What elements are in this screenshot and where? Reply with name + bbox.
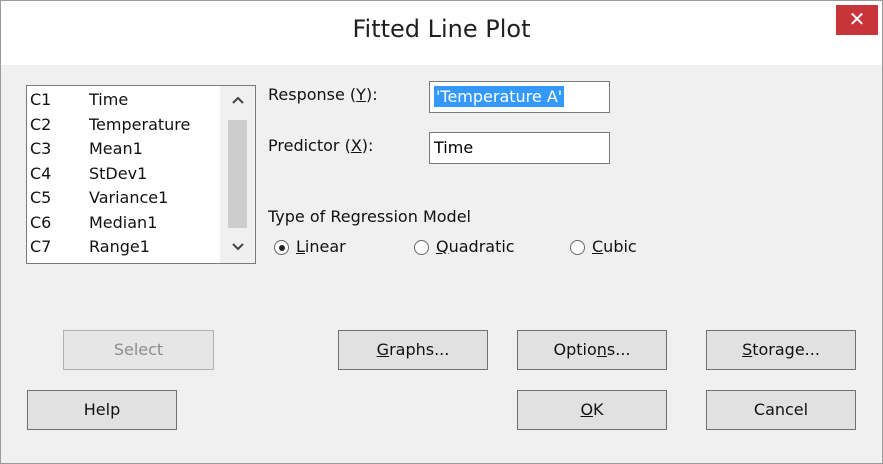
- radio-quadratic[interactable]: Quadratic: [414, 237, 554, 259]
- scroll-up-icon[interactable]: [220, 86, 255, 116]
- title-bar: Fitted Line Plot ✕: [1, 1, 882, 65]
- list-item[interactable]: C4 StDev1: [30, 162, 220, 187]
- predictor-value: Time: [434, 138, 474, 157]
- cancel-button[interactable]: Cancel: [706, 390, 856, 430]
- dialog-body: C1 Time C2 Temperature C3 Mean1 C4 StDev1 C5…: [10, 65, 874, 455]
- predictor-input[interactable]: Time: [429, 132, 610, 164]
- column-listbox[interactable]: C1 Time C2 Temperature C3 Mean1 C4 StDev1 C5…: [26, 85, 256, 264]
- list-item[interactable]: C6 Median1: [30, 211, 220, 236]
- fitted-line-plot-dialog: Fitted Line Plot ✕ C1 Time C2 Temperature …: [0, 0, 883, 464]
- radio-linear[interactable]: Linear: [274, 237, 374, 259]
- radio-unselected-icon: [570, 240, 585, 255]
- ok-button[interactable]: OK: [517, 390, 667, 430]
- help-button[interactable]: Help: [27, 390, 177, 430]
- response-input[interactable]: 'Temperature A': [429, 81, 610, 113]
- regression-model-heading: Type of Regression Model: [268, 207, 471, 226]
- response-value: 'Temperature A': [434, 86, 565, 107]
- options-button[interactable]: Options...: [517, 330, 667, 370]
- list-item[interactable]: C2 Temperature: [30, 113, 220, 138]
- scroll-down-icon[interactable]: [220, 233, 255, 263]
- list-item[interactable]: C1 Time: [30, 88, 220, 113]
- close-icon: ✕: [848, 7, 866, 31]
- radio-selected-icon: [274, 240, 289, 255]
- response-label: Response (Y):: [268, 85, 378, 104]
- select-button[interactable]: Select: [63, 330, 214, 370]
- radio-unselected-icon: [414, 240, 429, 255]
- column-list: C1 Time C2 Temperature C3 Mean1 C4 StDev1 C5…: [30, 88, 220, 260]
- dialog-title: Fitted Line Plot: [352, 15, 531, 43]
- list-item[interactable]: C3 Mean1: [30, 137, 220, 162]
- list-item[interactable]: C5 Variance1: [30, 186, 220, 211]
- predictor-label: Predictor (X):: [268, 136, 374, 155]
- list-scrollbar[interactable]: [220, 86, 255, 263]
- graphs-button[interactable]: Graphs...: [338, 330, 488, 370]
- list-item[interactable]: C7 Range1: [30, 235, 220, 260]
- scroll-thumb[interactable]: [228, 120, 247, 228]
- storage-button[interactable]: Storage...: [706, 330, 856, 370]
- radio-cubic[interactable]: Cubic: [570, 237, 660, 259]
- close-button[interactable]: ✕: [836, 5, 878, 35]
